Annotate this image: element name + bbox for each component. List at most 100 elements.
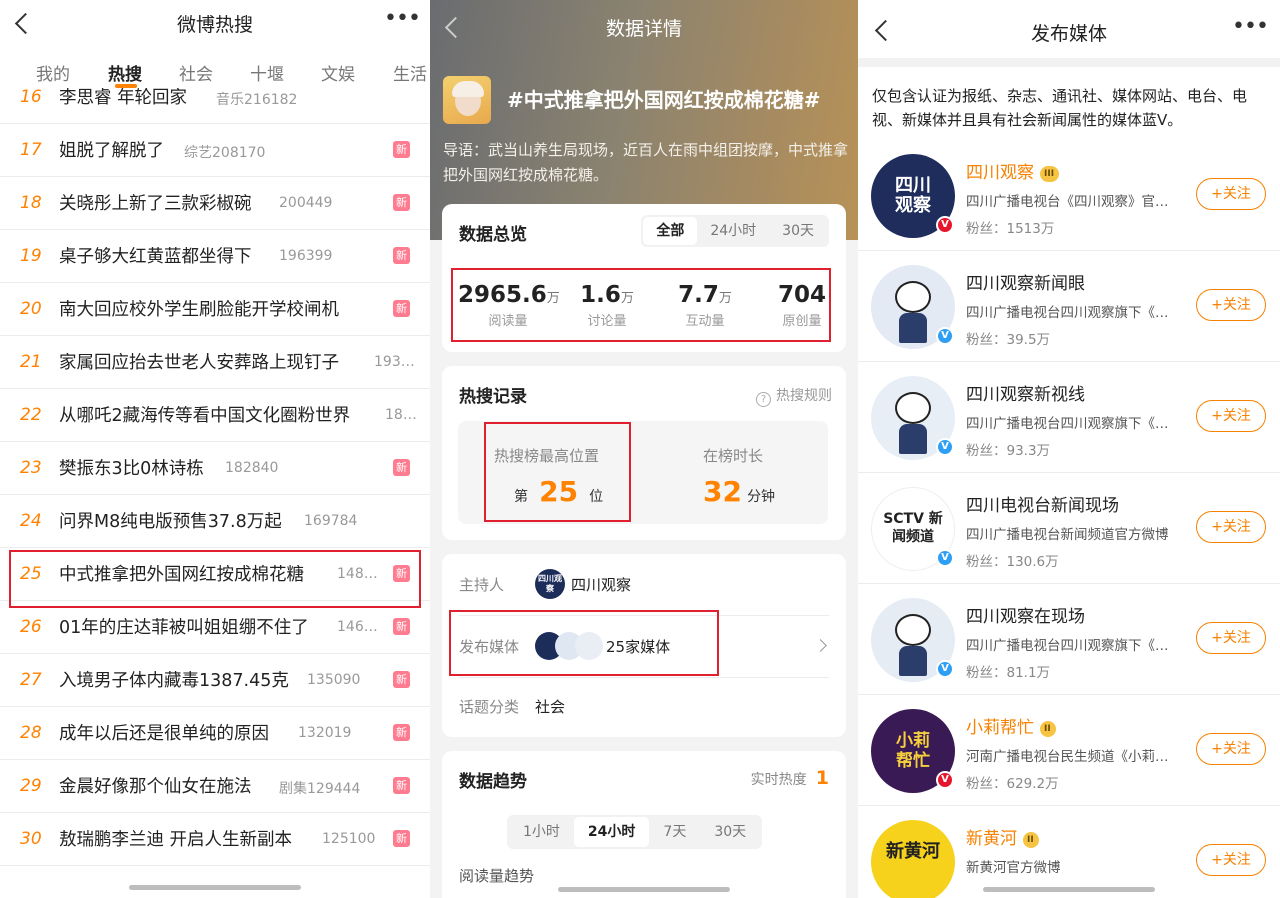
media-row[interactable]: 小莉帮忙 V 小莉帮忙 II 河南广播电视台民生频道《小莉帮忙》官方微博粉丝：629.2… <box>858 695 1280 806</box>
media-row[interactable]: V 四川观察在现场四川广播电视台四川观察旗下《在现场》粉丝：81.1万 +关注 <box>858 584 1280 695</box>
topic-avatar <box>443 76 491 124</box>
data-overview-card: 数据总览 全部 24小时 30天 2965.6万 阅读量 1.6万 讨论量 7.… <box>442 204 846 352</box>
media-row[interactable]: SCTV 新闻频道 V 四川电视台新闻现场 四川广播电视台新闻频道官方微博 粉丝：130… <box>858 473 1280 584</box>
media-name: 小莉帮忙 <box>966 718 1034 738</box>
hot-search-row[interactable]: 26 01年的庄达菲被叫姐姐绷不住了 146… 新 <box>0 601 430 654</box>
stat-label: 原创量 <box>782 314 822 329</box>
hot-search-row[interactable]: 23 樊振东3比0林诗栋 182840 新 <box>0 442 430 495</box>
stat-label: 讨论量 <box>587 314 627 329</box>
rank-number: 24 <box>20 511 42 531</box>
hot-search-row[interactable]: 16 李思睿 年轮回家 音乐216182 <box>0 71 430 124</box>
tab-7d[interactable]: 7天 <box>649 817 700 847</box>
tab-24h[interactable]: 24小时 <box>697 217 769 245</box>
duration-unit: 分钟 <box>747 489 776 505</box>
chevron-right-icon <box>814 639 827 652</box>
media-avatar: 新黄河 <box>871 820 955 898</box>
overview-range-tabs: 全部 24小时 30天 <box>641 215 829 247</box>
media-name-line: 小莉帮忙 II <box>966 713 1056 738</box>
media-row[interactable]: V 四川观察新闻眼四川广播电视台四川观察旗下《新闻眼》粉丝：39.5万 +关注 <box>858 251 1280 362</box>
hot-record-title: 热搜记录 <box>459 387 527 407</box>
verified-badge-icon: V <box>936 660 954 678</box>
media-name: 四川观察在现场 <box>966 607 1085 627</box>
hot-search-title: 01年的庄达菲被叫姐姐绷不住了 <box>59 618 309 638</box>
follow-button[interactable]: +关注 <box>1196 844 1266 876</box>
category-value: 社会 <box>535 698 566 716</box>
hot-search-row[interactable]: 24 问界M8纯电版预售37.8万起 169784 <box>0 495 430 548</box>
media-desc: 新黄河官方微博 <box>966 860 1061 876</box>
heat-value: 132019 <box>298 725 352 741</box>
media-row[interactable]: 四川观察 V 四川观察 III 四川广播电视台《四川观察》官方微博 粉丝：1513万 +关注 <box>858 140 1280 251</box>
more-options-icon[interactable]: ••• <box>1232 16 1269 46</box>
new-badge: 新 <box>393 671 410 688</box>
media-desc: 河南广播电视台民生频道《小莉帮忙》官方微博 <box>966 749 1176 765</box>
hot-search-title: 樊振东3比0林诗栋 <box>59 459 204 479</box>
hot-record-stats: 热搜榜最高位置 第 25 位 在榜时长 32 分钟 <box>458 421 828 524</box>
peak-suffix: 位 <box>589 489 604 505</box>
hot-search-row[interactable]: 21 家属回应抬去世老人安葬路上现钉子 193… <box>0 336 430 389</box>
media-row[interactable]: V 四川观察新视线四川广播电视台四川观察旗下《新视线》粉丝：93.3万 +关注 <box>858 362 1280 473</box>
hot-search-row[interactable]: 18 关晓彤上新了三款彩椒碗 200449 新 <box>0 177 430 230</box>
question-icon: ? <box>756 392 771 407</box>
hot-search-row[interactable]: 19 桌子够大红黄蓝都坐得下 196399 新 <box>0 230 430 283</box>
hot-search-title: 从哪吒2藏海传等看中国文化圈粉世界 <box>59 406 351 426</box>
tab-all[interactable]: 全部 <box>643 217 698 245</box>
host-row[interactable]: 主持人 四川观察 四川观察 <box>459 554 829 616</box>
rules-label: 热搜规则 <box>776 388 832 404</box>
hot-search-row[interactable]: 22 从哪吒2藏海传等看中国文化圈粉世界 18… <box>0 389 430 442</box>
hot-search-title: 敖瑞鹏李兰迪 开启人生新副本 <box>59 830 293 850</box>
publishing-media-row[interactable]: 发布媒体 25家媒体 <box>459 616 829 678</box>
crown-level-icon: II <box>1040 721 1056 737</box>
media-row[interactable]: 新黄河 新黄河 II 新黄河官方微博 +关注 <box>858 806 1280 898</box>
follow-button[interactable]: +关注 <box>1196 622 1266 654</box>
topic-guide: 导语：武当山养生局现场，近百人在雨中组团按摩，中式推拿把外国网红按成棉花糖。 <box>443 141 849 184</box>
follow-button[interactable]: +关注 <box>1196 511 1266 543</box>
new-badge: 新 <box>393 777 410 794</box>
tab-30d[interactable]: 30天 <box>769 217 827 245</box>
follow-button[interactable]: +关注 <box>1196 733 1266 765</box>
realtime-heat: 实时热度 1 <box>751 767 829 789</box>
hot-search-rules-link[interactable]: ? 热搜规则 <box>756 385 832 407</box>
verified-badge-icon: V <box>936 327 954 345</box>
hot-search-title: 南大回应校外学生刷脸能开学校闸机 <box>59 300 339 320</box>
tab-24h[interactable]: 24小时 <box>573 817 650 847</box>
media-avatar <box>575 632 603 660</box>
stat-value: 2965.6 <box>458 282 547 308</box>
home-indicator <box>129 885 301 890</box>
heat-value: 音乐216182 <box>216 92 298 108</box>
stat-originals: 704 原创量 <box>772 282 832 329</box>
header: 发布媒体 ••• <box>858 0 1280 58</box>
hot-search-row[interactable]: 30 敖瑞鹏李兰迪 开启人生新副本 125100 新 <box>0 813 430 866</box>
media-fans: 粉丝：629.2万 <box>966 776 1059 792</box>
rank-number: 17 <box>20 140 42 160</box>
avatar-logo-text: SCTV 新闻频道 <box>883 511 943 545</box>
new-badge: 新 <box>393 724 410 741</box>
follow-button[interactable]: +关注 <box>1196 289 1266 321</box>
topic-title: #中式推拿把外国网红按成棉花糖# <box>507 88 821 112</box>
duration-label: 在榜时长 <box>703 447 764 465</box>
media-desc: 四川广播电视台四川观察旗下《在现场》 <box>966 638 1176 654</box>
follow-button[interactable]: +关注 <box>1196 400 1266 432</box>
peak-prefix: 第 <box>514 489 528 505</box>
hot-search-row[interactable]: 29 金晨好像那个仙女在施法 剧集129444 新 <box>0 760 430 813</box>
heat-value: 146… <box>337 619 378 635</box>
hot-search-title: 成年以后还是很单纯的原因 <box>59 724 269 744</box>
hot-search-row[interactable]: 28 成年以后还是很单纯的原因 132019 新 <box>0 707 430 760</box>
hot-search-row[interactable]: 27 入境男子体内藏毒1387.45克 135090 新 <box>0 654 430 707</box>
category-row: 话题分类 社会 <box>459 676 829 738</box>
duration-value: 32 <box>703 475 742 508</box>
new-badge: 新 <box>393 459 410 476</box>
media-fans: 粉丝：1513万 <box>966 221 1055 237</box>
home-indicator <box>558 887 730 892</box>
crown-level-icon: II <box>1023 832 1039 848</box>
media-fans: 粉丝：93.3万 <box>966 443 1051 459</box>
more-options-icon[interactable]: ••• <box>384 8 421 38</box>
tab-1h[interactable]: 1小时 <box>509 817 574 847</box>
hot-search-row[interactable]: 17 姐脱了解脱了 综艺208170 新 <box>0 124 430 177</box>
follow-button[interactable]: +关注 <box>1196 178 1266 210</box>
hot-search-row[interactable]: 20 南大回应校外学生刷脸能开学校闸机 新 <box>0 283 430 336</box>
tab-30d[interactable]: 30天 <box>700 817 760 847</box>
heat-value: 182840 <box>225 460 279 476</box>
page-title: 发布媒体 <box>1030 23 1107 45</box>
hot-search-row[interactable]: 25 中式推拿把外国网红按成棉花糖 148… 新 <box>0 548 430 601</box>
stat-interactions: 7.7万 互动量 <box>668 282 742 329</box>
